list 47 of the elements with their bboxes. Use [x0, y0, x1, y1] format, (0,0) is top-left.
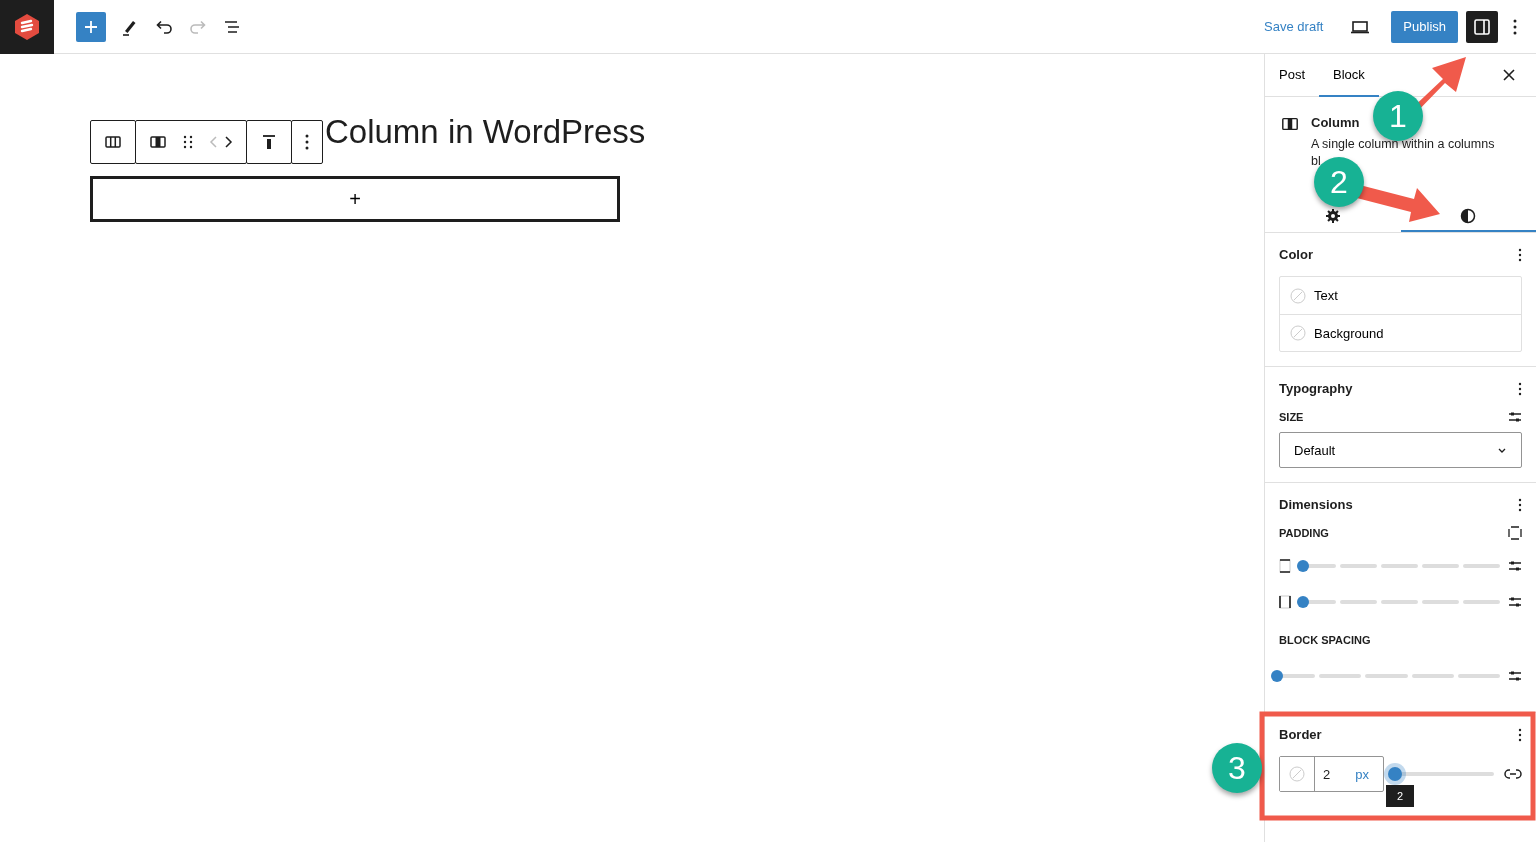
padding-slider[interactable]: [1299, 596, 1500, 608]
panel-title[interactable]: Color: [1279, 247, 1313, 262]
horizontal-sides-icon: [1279, 595, 1291, 609]
sliders-icon[interactable]: [1508, 669, 1522, 683]
more-options-icon[interactable]: [1518, 497, 1522, 512]
block-spacing-label: BLOCK SPACING: [1279, 634, 1371, 646]
sidebar-tab[interactable]: Post: [1265, 53, 1319, 97]
link-icon[interactable]: [1504, 767, 1522, 781]
save-draft-button[interactable]: Save draft: [1258, 13, 1330, 40]
sidebar-toggle-button[interactable]: [1466, 10, 1498, 43]
empty-swatch-icon: [1290, 325, 1306, 341]
column-icon: [1281, 115, 1299, 133]
publish-button[interactable]: Publish: [1391, 10, 1458, 43]
padding-slider[interactable]: [1299, 560, 1500, 572]
close-icon[interactable]: [1502, 68, 1516, 82]
gear-icon: [1324, 207, 1341, 224]
contrast-icon: [1460, 207, 1477, 224]
block-spacing-slider[interactable]: [1273, 670, 1500, 682]
sliders-icon[interactable]: [1508, 595, 1522, 609]
vertical-sides-icon: [1279, 559, 1291, 573]
empty-swatch-icon: [1290, 287, 1306, 304]
block-appender-button[interactable]: +: [90, 176, 620, 222]
block-name: Column: [1311, 115, 1360, 130]
add-block-button[interactable]: [76, 11, 106, 42]
plus-icon: [83, 18, 99, 35]
panel-title[interactable]: Dimensions: [1279, 497, 1353, 512]
logo-icon: [12, 11, 42, 42]
more-options-icon[interactable]: [1518, 727, 1522, 742]
size-label: SIZE: [1279, 411, 1304, 423]
font-size-select[interactable]: Default: [1279, 432, 1522, 468]
color-option[interactable]: Text: [1280, 277, 1521, 314]
more-options-icon[interactable]: [304, 132, 310, 152]
sliders-icon[interactable]: [1508, 559, 1522, 573]
panel-title[interactable]: Typography: [1279, 381, 1353, 396]
box-sides-icon[interactable]: [1508, 526, 1522, 540]
sidebar-tab[interactable]: Block: [1319, 53, 1379, 97]
step-badge: 3: [1212, 743, 1262, 793]
sliders-icon[interactable]: [1508, 410, 1522, 424]
more-options-icon[interactable]: [1518, 381, 1522, 396]
panel-title[interactable]: Border: [1279, 727, 1322, 742]
color-option[interactable]: Background: [1280, 314, 1521, 351]
site-logo[interactable]: [0, 0, 54, 54]
padding-label: PADDING: [1279, 527, 1329, 539]
value-tooltip: 2: [1386, 785, 1414, 807]
sidebar-icon: [1472, 16, 1492, 37]
more-options-icon[interactable]: [1518, 247, 1522, 262]
post-title[interactable]: Column in WordPress: [325, 110, 1264, 154]
